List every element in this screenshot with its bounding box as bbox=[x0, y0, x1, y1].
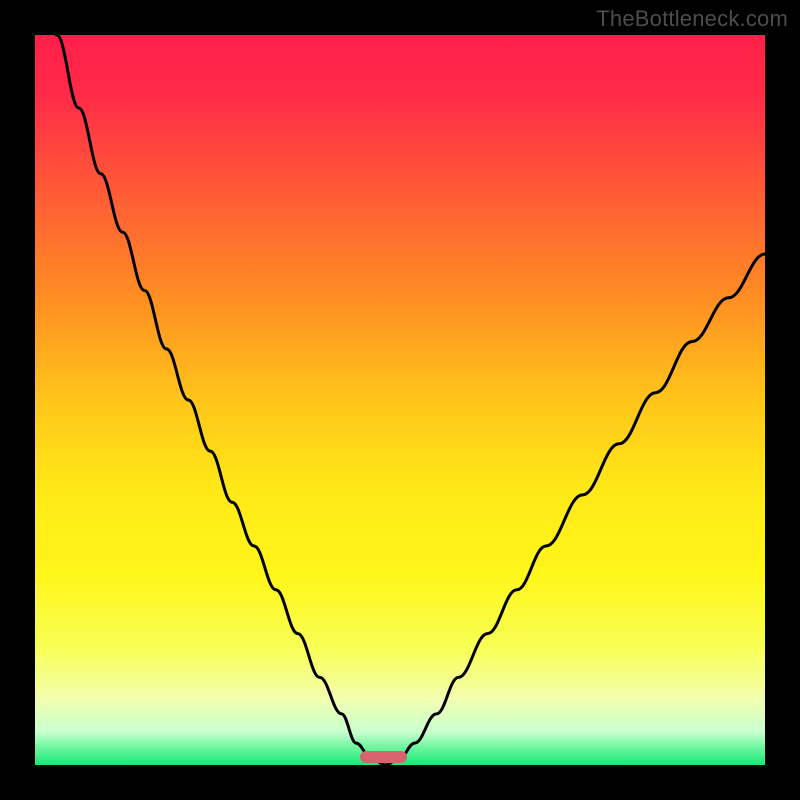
bottleneck-curve bbox=[35, 35, 765, 765]
watermark-text: TheBottleneck.com bbox=[596, 6, 788, 32]
optimum-marker bbox=[360, 751, 407, 763]
plot-area bbox=[35, 35, 765, 765]
chart-frame: TheBottleneck.com bbox=[0, 0, 800, 800]
